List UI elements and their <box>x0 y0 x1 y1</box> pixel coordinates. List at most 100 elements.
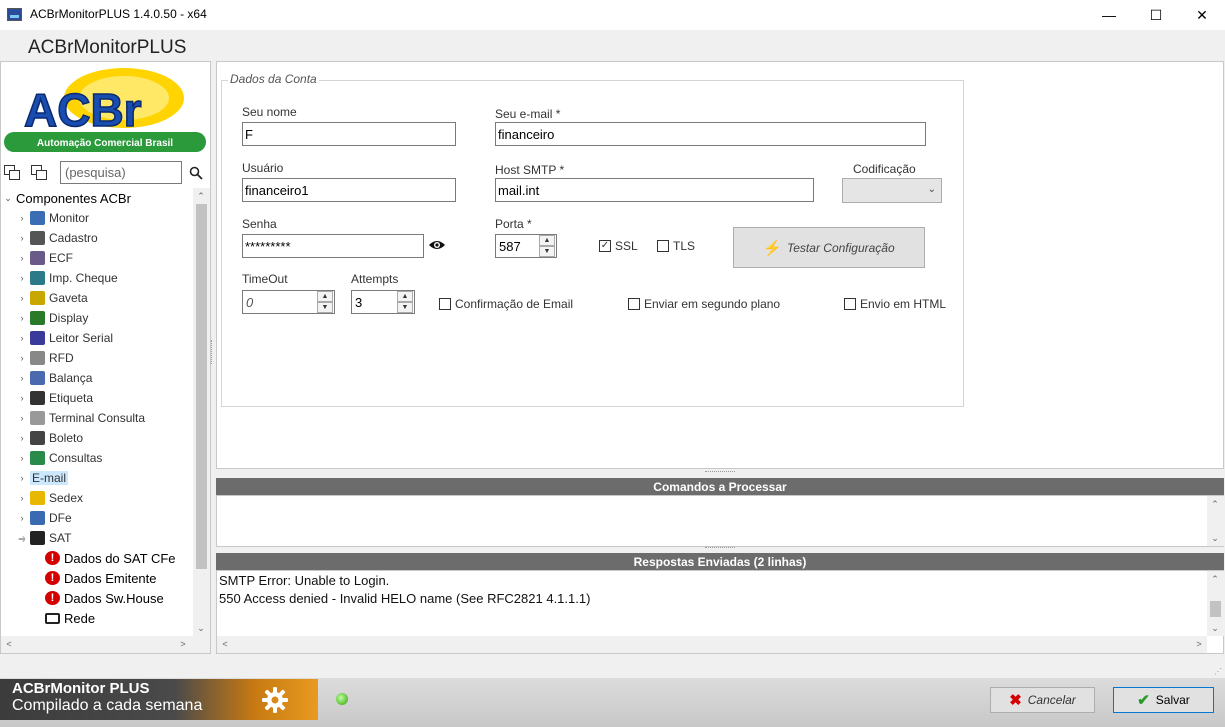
confirmacao-check-box[interactable] <box>439 298 451 310</box>
envio-html-checkbox[interactable]: Envio em HTML <box>844 297 946 311</box>
chevron-right-icon[interactable]: › <box>17 233 27 243</box>
tree-item[interactable]: › RFD <box>17 348 74 368</box>
chevron-right-icon[interactable]: › <box>17 313 27 323</box>
chevron-down-icon[interactable]: ⥤ <box>17 533 27 544</box>
scroll-down-icon[interactable]: ⌄ <box>1207 530 1223 546</box>
scroll-right-icon[interactable]: > <box>175 636 191 652</box>
chevron-down-icon[interactable]: ⌄ <box>3 193 13 204</box>
cancel-button[interactable]: ✖ Cancelar <box>990 687 1095 713</box>
minimize-button[interactable]: — <box>1086 0 1132 30</box>
tree-horizontal-scrollbar[interactable]: < > <box>1 636 210 653</box>
ssl-check-box[interactable]: ✓ <box>599 240 611 252</box>
senha-input[interactable] <box>242 234 424 258</box>
attempts-input[interactable] <box>352 291 398 313</box>
chevron-right-icon[interactable]: › <box>17 393 27 403</box>
tree-item[interactable]: › Monitor <box>17 208 89 228</box>
maximize-button[interactable]: ☐ <box>1133 0 1179 30</box>
seu-email-input[interactable] <box>495 122 926 146</box>
ssl-checkbox[interactable]: ✓ SSL <box>599 239 638 253</box>
chevron-right-icon[interactable]: › <box>17 373 27 383</box>
respostas-scrollbar[interactable]: ⌃ ⌄ <box>1207 571 1224 636</box>
porta-input[interactable] <box>496 235 540 257</box>
segundo-plano-checkbox[interactable]: Enviar em segundo plano <box>628 297 780 311</box>
scroll-up-icon[interactable]: ⌃ <box>1207 496 1223 512</box>
spin-up-icon[interactable]: ▲ <box>397 291 413 302</box>
chevron-right-icon[interactable]: › <box>17 333 27 343</box>
tree-subitem[interactable]: Rede <box>45 608 95 628</box>
size-grip[interactable]: ⋰ <box>1214 667 1222 676</box>
tree-subitem[interactable]: ! Dados Emitente <box>45 568 157 588</box>
spin-up-icon[interactable]: ▲ <box>539 235 555 246</box>
tree-item[interactable]: › Display <box>17 308 88 328</box>
tree-subitem[interactable]: ! Dados do SAT CFe <box>45 548 176 568</box>
tree-item[interactable]: › Cadastro <box>17 228 98 248</box>
testar-configuracao-button[interactable]: ⚡ Testar Configuração <box>733 227 925 268</box>
tree-root[interactable]: ⌄ Componentes ACBr <box>3 188 131 208</box>
respostas-textarea[interactable]: SMTP Error: Unable to Login. 550 Access … <box>216 570 1224 654</box>
scroll-right-icon[interactable]: > <box>1191 636 1207 652</box>
scroll-down-icon[interactable]: ⌄ <box>1207 620 1223 636</box>
tls-checkbox[interactable]: TLS <box>657 239 695 253</box>
envio-html-check-box[interactable] <box>844 298 856 310</box>
search-icon[interactable] <box>186 163 206 183</box>
vertical-splitter[interactable] <box>211 340 215 364</box>
attempts-spinner[interactable]: ▲ ▼ <box>351 290 415 314</box>
scroll-up-icon[interactable]: ⌃ <box>1207 571 1223 587</box>
tree-subitem[interactable]: ! Dados Sw.House <box>45 588 164 608</box>
chevron-right-icon[interactable]: › <box>17 213 27 223</box>
timeout-input[interactable] <box>243 291 317 313</box>
tree-item[interactable]: › Gaveta <box>17 288 88 308</box>
collapse-all-icon[interactable] <box>31 165 47 180</box>
scroll-thumb[interactable] <box>1210 601 1221 617</box>
tree-item[interactable]: › ECF <box>17 248 73 268</box>
eye-icon[interactable] <box>428 238 446 252</box>
tree-item[interactable]: › Leitor Serial <box>17 328 113 348</box>
chevron-right-icon[interactable]: › <box>17 453 27 463</box>
save-button[interactable]: ✔ Salvar <box>1113 687 1214 713</box>
scroll-up-icon[interactable]: ⌃ <box>193 188 209 204</box>
horizontal-splitter[interactable] <box>705 471 735 474</box>
spin-down-icon[interactable]: ▼ <box>317 302 333 313</box>
tree-item[interactable]: › Sedex <box>17 488 83 508</box>
timeout-spinner[interactable]: ▲ ▼ <box>242 290 335 314</box>
chevron-right-icon[interactable]: › <box>17 273 27 283</box>
tree-item[interactable]: › Imp. Cheque <box>17 268 118 288</box>
chevron-right-icon[interactable]: › <box>17 473 27 483</box>
comandos-textarea[interactable]: ⌃ ⌄ <box>216 495 1224 547</box>
tree-item[interactable]: › DFe <box>17 508 72 528</box>
scroll-left-icon[interactable]: < <box>1 636 17 652</box>
chevron-right-icon[interactable]: › <box>17 513 27 523</box>
tls-check-box[interactable] <box>657 240 669 252</box>
close-button[interactable]: ✕ <box>1179 0 1225 30</box>
segundo-plano-check-box[interactable] <box>628 298 640 310</box>
host-smtp-input[interactable] <box>495 178 814 202</box>
spin-up-icon[interactable]: ▲ <box>317 291 333 302</box>
chevron-right-icon[interactable]: › <box>17 413 27 423</box>
confirmacao-email-checkbox[interactable]: Confirmação de Email <box>439 297 573 311</box>
spin-down-icon[interactable]: ▼ <box>539 246 555 257</box>
chevron-right-icon[interactable]: › <box>17 353 27 363</box>
seu-nome-input[interactable] <box>242 122 456 146</box>
chevron-right-icon[interactable]: › <box>17 293 27 303</box>
spin-down-icon[interactable]: ▼ <box>397 302 413 313</box>
scroll-left-icon[interactable]: < <box>217 636 233 652</box>
gear-icon[interactable] <box>261 686 289 714</box>
chevron-right-icon[interactable]: › <box>17 493 27 503</box>
search-input[interactable] <box>60 161 182 184</box>
tree-item[interactable]: › Consultas <box>17 448 102 468</box>
codificacao-select[interactable]: ⌄ <box>842 178 942 203</box>
tree-item[interactable]: › Etiqueta <box>17 388 93 408</box>
chevron-right-icon[interactable]: › <box>17 433 27 443</box>
tree-item[interactable]: › E-mail <box>17 468 69 488</box>
horizontal-splitter[interactable] <box>705 547 735 550</box>
tree-vertical-scrollbar[interactable]: ⌃ ⌄ <box>193 188 210 636</box>
comandos-scrollbar[interactable]: ⌃ ⌄ <box>1207 496 1224 546</box>
tree-item[interactable]: › Boleto <box>17 428 83 448</box>
chevron-right-icon[interactable]: › <box>17 253 27 263</box>
scroll-thumb[interactable] <box>196 204 207 569</box>
tree-item[interactable]: ⥤ SAT <box>17 528 71 548</box>
expand-all-icon[interactable] <box>4 165 20 180</box>
usuario-input[interactable] <box>242 178 456 202</box>
tree-item[interactable]: › Terminal Consulta <box>17 408 145 428</box>
scroll-down-icon[interactable]: ⌄ <box>193 620 209 636</box>
